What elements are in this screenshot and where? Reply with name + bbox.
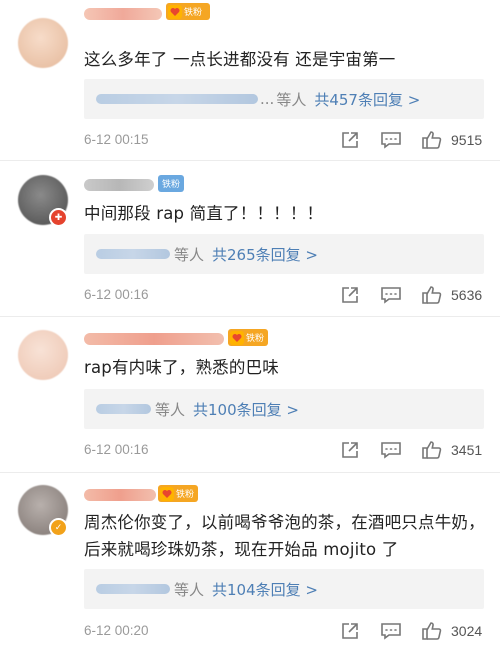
thumbs-up-icon xyxy=(422,622,442,640)
thumbs-up-icon xyxy=(422,441,442,459)
comment-date: 6-12 00:16 xyxy=(84,442,149,457)
comment-item: 铁粉 这么多年了 一点长进都没有 还是宇宙第一 ... 等人 共457条回复 >… xyxy=(0,0,500,160)
replier-names[interactable] xyxy=(96,94,258,104)
comment-date: 6-12 00:16 xyxy=(84,287,149,302)
like-count: 9515 xyxy=(451,132,483,148)
like-button[interactable]: 3024 xyxy=(421,621,482,641)
thumbs-up-icon xyxy=(422,131,442,149)
verified-badge: ✓ xyxy=(49,518,68,537)
share-icon[interactable] xyxy=(340,130,360,150)
avatar[interactable]: ✓ xyxy=(18,485,68,537)
reply-count-link[interactable]: 共100条回复 > xyxy=(193,399,299,420)
like-button[interactable]: 3451 xyxy=(421,440,482,460)
comment-icon[interactable] xyxy=(380,440,402,460)
verified-badge: ✚ xyxy=(49,208,68,227)
fan-badge: 铁粉 xyxy=(228,329,268,346)
username[interactable] xyxy=(84,333,224,345)
fan-badge-label: 铁粉 xyxy=(176,490,195,500)
fan-badge-label: 铁粉 xyxy=(184,8,203,18)
replier-suffix: 等人 xyxy=(155,400,186,419)
fan-badge-label: 铁粉 xyxy=(161,180,180,190)
fan-badge: 铁粉 xyxy=(166,3,210,20)
heart-fan-icon xyxy=(230,330,244,345)
comment-text: 中间那段 rap 简直了！！！！！ xyxy=(84,204,324,223)
replies-summary[interactable]: 等人 共104条回复 > xyxy=(84,569,484,609)
comment-meta: 6-12 00:20 3024 xyxy=(84,621,486,645)
comment-meta: 6-12 00:15 9515 xyxy=(84,130,486,154)
replies-summary[interactable]: 等人 共265条回复 > xyxy=(84,234,484,274)
share-icon[interactable] xyxy=(340,621,360,641)
fan-badge: 铁粉 xyxy=(158,175,184,192)
comment-text: 周杰伦你变了，以前喝爷爷泡的茶，在酒吧只点牛奶，后来就喝珍珠奶茶，现在开始品 m… xyxy=(84,513,485,559)
comment-icon[interactable] xyxy=(380,285,402,305)
comment-date: 6-12 00:20 xyxy=(84,623,149,638)
like-count: 3451 xyxy=(451,442,483,458)
replier-names[interactable] xyxy=(96,584,170,594)
avatar[interactable] xyxy=(18,330,68,380)
comment-text: rap有内味了，熟悉的巴味 xyxy=(84,358,279,377)
share-icon[interactable] xyxy=(340,285,360,305)
comment-meta: 6-12 00:16 3451 xyxy=(84,440,486,464)
fan-badge-label: 铁粉 xyxy=(246,334,265,344)
reply-count-link[interactable]: 共457条回复 > xyxy=(314,89,420,110)
replier-suffix: 等人 xyxy=(174,580,205,599)
like-count: 3024 xyxy=(451,623,483,639)
replier-names[interactable] xyxy=(96,404,151,414)
replier-names[interactable] xyxy=(96,249,170,259)
comment-text: 这么多年了 一点长进都没有 还是宇宙第一 xyxy=(84,50,396,69)
replies-summary[interactable]: ... 等人 共457条回复 > xyxy=(84,79,484,119)
avatar[interactable] xyxy=(18,18,68,68)
heart-fan-icon xyxy=(168,4,182,19)
reply-count-link[interactable]: 共265条回复 > xyxy=(212,244,318,265)
comment-date: 6-12 00:15 xyxy=(84,132,149,147)
heart-fan-icon xyxy=(160,486,174,501)
avatar[interactable]: ✚ xyxy=(18,175,68,227)
username[interactable] xyxy=(84,179,154,191)
username[interactable] xyxy=(84,489,156,501)
reply-count-link[interactable]: 共104条回复 > xyxy=(212,579,318,600)
comment-icon[interactable] xyxy=(380,621,402,641)
comment-item: ✚ 铁粉 中间那段 rap 简直了！！！！！ 等人 共265条回复 > 6-12… xyxy=(0,161,500,316)
comment-item: ✓ 铁粉 周杰伦你变了，以前喝爷爷泡的茶，在酒吧只点牛奶，后来就喝珍珠奶茶，现在… xyxy=(0,473,500,643)
comment-meta: 6-12 00:16 5636 xyxy=(84,285,486,309)
username[interactable] xyxy=(84,8,162,20)
thumbs-up-icon xyxy=(422,286,442,304)
replier-suffix: 等人 xyxy=(174,245,205,264)
replier-ellipsis: ... xyxy=(260,90,275,108)
replies-summary[interactable]: 等人 共100条回复 > xyxy=(84,389,484,429)
replier-suffix: 等人 xyxy=(276,90,307,109)
comment-item: 铁粉 rap有内味了，熟悉的巴味 等人 共100条回复 > 6-12 00:16… xyxy=(0,317,500,472)
share-icon[interactable] xyxy=(340,440,360,460)
like-button[interactable]: 9515 xyxy=(421,130,482,150)
comment-icon[interactable] xyxy=(380,130,402,150)
fan-badge: 铁粉 xyxy=(158,485,198,502)
like-button[interactable]: 5636 xyxy=(421,285,482,305)
like-count: 5636 xyxy=(451,287,483,303)
